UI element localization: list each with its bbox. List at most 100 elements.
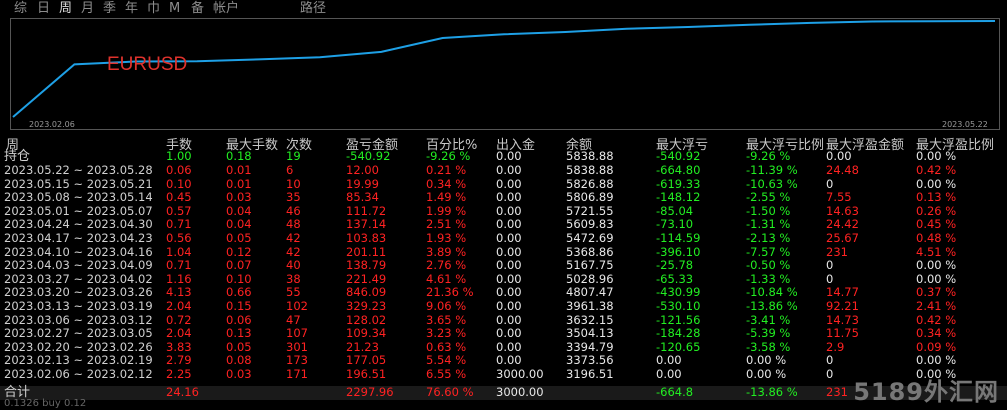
cell-col-9: -5.39 % — [746, 326, 791, 341]
cell-col-10: 11.75 — [826, 326, 859, 341]
cell-col-8: -120.65 — [656, 339, 701, 354]
cell-col-1: 0.71 — [166, 217, 192, 232]
tab-symbol[interactable]: 巾 — [147, 1, 160, 17]
total-col-8: -664.8 — [656, 385, 694, 399]
cell-col-2: 0.10 — [226, 271, 252, 286]
table-row[interactable]: 2023.05.08 ~ 2023.05.14 0.45 0.03 35 85.34 1.… — [0, 191, 1007, 205]
row-period: 2023.04.17 ~ 2023.04.23 — [4, 231, 153, 245]
cell-col-2: 0.03 — [226, 367, 252, 381]
cell-col-6: 0.00 — [496, 312, 522, 327]
cell-col-5: 0.34 % — [426, 176, 467, 191]
cell-col-9: -10.63 % — [746, 176, 798, 191]
cell-col-8: -664.80 — [656, 163, 701, 177]
tab-quarterly[interactable]: 季 — [103, 1, 116, 17]
cell-col-4: 85.34 — [346, 190, 379, 205]
cell-col-6: 0.00 — [496, 231, 522, 245]
cell-col-5: -9.26 % — [426, 149, 471, 163]
cell-col-4: 201.11 — [346, 244, 387, 259]
table-row[interactable]: 2023.03.06 ~ 2023.03.12 0.72 0.06 47 128.02 3… — [0, 312, 1007, 328]
table-row[interactable]: 2023.03.13 ~ 2023.03.19 2.04 0.15 102 329.23… — [0, 299, 1007, 314]
cell-col-11: 0.13 % — [916, 190, 957, 205]
cell-col-3: 19 — [286, 149, 301, 163]
cell-col-6: 0.00 — [496, 299, 522, 313]
cell-col-5: 3.89 % — [426, 244, 467, 259]
cell-col-10: 24.48 — [826, 163, 859, 177]
table-row[interactable]: 2023.04.24 ~ 2023.04.30 0.71 0.04 48 137.14 2… — [0, 218, 1007, 232]
cell-col-5: 2.51 % — [426, 217, 467, 232]
tab-summary[interactable]: 综 — [14, 1, 27, 17]
table-row[interactable]: 2023.03.27 ~ 2023.04.02 1.16 0.10 38 221.49 4… — [0, 271, 1007, 287]
cell-col-3: 107 — [286, 326, 308, 341]
cell-col-3: 40 — [286, 258, 301, 273]
cell-col-7: 3373.56 — [566, 353, 614, 368]
row-period: 2023.03.20 ~ 2023.03.26 — [4, 285, 153, 300]
cell-col-11: 0.00 % — [916, 258, 957, 273]
cell-col-5: 2.76 % — [426, 258, 467, 273]
cell-col-1: 0.57 — [166, 203, 192, 218]
cell-col-8: 0.00 — [656, 353, 682, 368]
chart-start-date: 2023.02.06 — [29, 120, 75, 129]
tab-weekly[interactable]: 周 — [59, 1, 72, 17]
table-row[interactable]: 2023.03.20 ~ 2023.03.26 4.13 0.66 55 846.09 2… — [0, 286, 1007, 300]
tab-notes[interactable]: 备 — [191, 1, 204, 17]
cell-col-7: 5838.88 — [566, 163, 614, 177]
cell-col-4: 128.02 — [346, 312, 387, 327]
cell-col-4: 138.79 — [346, 258, 387, 273]
cell-col-4: 19.99 — [346, 176, 379, 191]
row-period: 2023.05.22 ~ 2023.05.28 — [4, 163, 153, 177]
total-col-10: 231 — [826, 385, 848, 399]
cell-col-5: 0.21 % — [426, 163, 467, 177]
cell-col-2: 0.05 — [226, 339, 252, 354]
cell-col-5: 4.61 % — [426, 271, 467, 286]
tab-monthly[interactable]: 月 — [81, 1, 94, 17]
cell-col-5: 9.06 % — [426, 299, 467, 313]
cell-col-3: 46 — [286, 203, 301, 218]
cell-col-2: 0.01 — [226, 163, 252, 177]
cell-col-1: 2.04 — [166, 326, 192, 341]
cell-col-3: 48 — [286, 217, 301, 232]
table-row[interactable]: 2023.05.22 ~ 2023.05.28 0.06 0.01 6 12.00 0.2… — [0, 163, 1007, 178]
cell-col-5: 1.49 % — [426, 190, 467, 205]
cell-col-8: -121.56 — [656, 312, 701, 327]
cell-col-6: 0.00 — [496, 339, 522, 354]
cell-col-11: 0.00 % — [916, 176, 957, 191]
tab-daily[interactable]: 日 — [37, 1, 50, 17]
cell-col-2: 0.66 — [226, 285, 252, 300]
table-row[interactable]: 2023.04.10 ~ 2023.04.16 1.04 0.12 42 201.11 3… — [0, 244, 1007, 260]
cell-col-10: 7.55 — [826, 190, 852, 205]
tab-magic[interactable]: M — [169, 1, 180, 17]
status-bar-text: 0.1326 buy 0.12 — [4, 398, 87, 409]
holding-row[interactable]: 持仓 1.00 0.18 19 -540.92 -9.26 % 0.00 5838.88 -54… — [0, 149, 1007, 164]
table-row[interactable]: 2023.02.27 ~ 2023.03.05 2.04 0.13 107 109.34… — [0, 327, 1007, 341]
cell-col-3: 35 — [286, 190, 301, 205]
cell-col-11: 2.41 % — [916, 299, 957, 313]
cell-col-3: 6 — [286, 163, 294, 177]
tab-account[interactable]: 帐户 — [213, 1, 239, 17]
cell-col-9: -1.50 % — [746, 203, 791, 218]
cell-col-1: 0.56 — [166, 231, 192, 245]
cell-col-4: 109.34 — [346, 326, 387, 341]
cell-col-6: 0.00 — [496, 203, 522, 218]
table-row[interactable]: 2023.05.01 ~ 2023.05.07 0.57 0.04 46 111.72 1… — [0, 203, 1007, 219]
table-row[interactable]: 2023.02.13 ~ 2023.02.19 2.79 0.08 173 177.05… — [0, 354, 1007, 368]
cell-col-10: 14.77 — [826, 285, 859, 300]
row-period: 2023.05.08 ~ 2023.05.14 — [4, 190, 153, 205]
cell-col-4: 111.72 — [346, 203, 387, 218]
cell-col-3: 301 — [286, 339, 308, 354]
cell-col-7: 5472.69 — [566, 231, 614, 245]
cell-col-7: 5806.89 — [566, 190, 614, 205]
table-row[interactable]: 2023.05.15 ~ 2023.05.21 0.10 0.01 10 19.99 0.… — [0, 176, 1007, 192]
table-row[interactable]: 2023.04.03 ~ 2023.04.09 0.71 0.07 40 138.79 2… — [0, 259, 1007, 273]
cell-col-10: 0 — [826, 176, 834, 191]
tab-path[interactable]: 路径 — [300, 1, 326, 17]
cell-col-3: 102 — [286, 299, 308, 313]
table-row[interactable]: 2023.02.20 ~ 2023.02.26 3.83 0.05 301 21.23 0… — [0, 339, 1007, 355]
tab-yearly[interactable]: 年 — [125, 1, 138, 17]
cell-col-9: -3.58 % — [746, 339, 791, 354]
total-col-5: 76.60 % — [426, 385, 474, 399]
cell-col-2: 0.05 — [226, 231, 252, 245]
cell-col-11: 0.00 % — [916, 353, 957, 368]
cell-col-8: -619.33 — [656, 176, 701, 191]
row-period: 2023.02.06 ~ 2023.02.12 — [4, 367, 153, 381]
table-row[interactable]: 2023.04.17 ~ 2023.04.23 0.56 0.05 42 103.83 1… — [0, 231, 1007, 246]
